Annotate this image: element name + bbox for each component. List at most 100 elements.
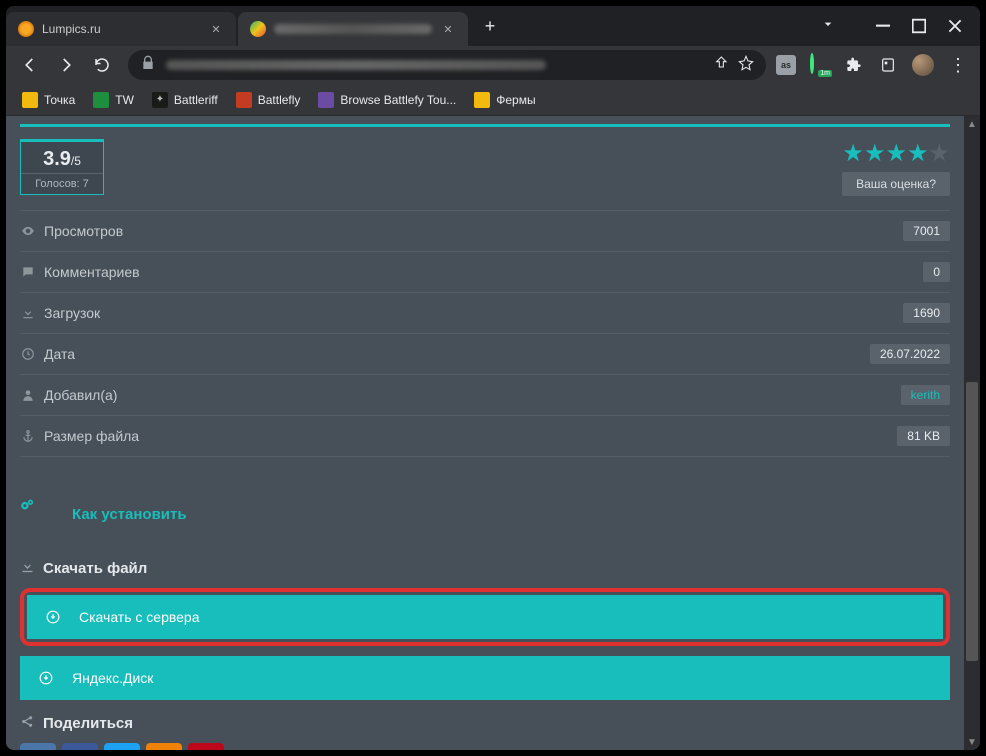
download-heading: Скачать файл (20, 559, 950, 578)
bookmark-label: Browse Battlefy Tou... (340, 93, 456, 107)
download-highlight: Скачать с сервера (20, 588, 950, 646)
share-icon (20, 714, 35, 733)
download-circle-icon (36, 668, 56, 688)
share-fb-button[interactable]: f (62, 743, 98, 750)
site-icon (236, 92, 252, 108)
rating-score: 3.9 (43, 148, 71, 170)
download-label: Яндекс.Диск (72, 670, 153, 686)
rating-score-box: 3.9/5 Голосов: 7 (20, 139, 104, 195)
author-link[interactable]: kerith (901, 385, 950, 405)
how-to-install-link[interactable]: Как установить (20, 497, 950, 531)
star-icon[interactable]: ★ (842, 139, 864, 168)
eye-icon (20, 223, 36, 239)
download-yandex-button[interactable]: Яндекс.Диск (20, 656, 950, 700)
bookmark-tw[interactable]: TW (85, 88, 142, 112)
scroll-down-icon[interactable]: ▼ (964, 734, 980, 750)
reload-button[interactable] (86, 49, 118, 81)
share-icon[interactable] (712, 55, 728, 76)
bookmark-label: TW (115, 93, 134, 107)
profile-avatar[interactable] (912, 54, 934, 76)
browser-titlebar: Lumpics.ru ✕ ✕ + (6, 6, 980, 46)
rating-max: /5 (71, 154, 81, 168)
star-icon[interactable]: ★ (864, 139, 886, 168)
star-icon[interactable] (738, 55, 754, 76)
window-maximize-button[interactable] (912, 19, 926, 33)
star-rating[interactable]: ★★★★★ (842, 139, 950, 168)
info-list: Просмотров 7001 Комментариев 0 Загрузок … (20, 210, 950, 457)
share-vk-button[interactable] (20, 743, 56, 750)
bookmark-label: Battlefly (258, 93, 301, 107)
info-row-comments: Комментариев 0 (20, 252, 950, 293)
tab-title-blurred (274, 24, 432, 34)
gears-icon (20, 497, 58, 531)
omnibox[interactable] (128, 50, 766, 80)
info-row-filesize: Размер файла 81 KB (20, 416, 950, 457)
info-value: 0 (923, 262, 950, 282)
back-button[interactable] (14, 49, 46, 81)
bookmarks-bar: Точка TW ✦ Battleriff Battlefly Browse B… (6, 84, 980, 116)
bookmark-tochka[interactable]: Точка (14, 88, 83, 112)
bookmark-battlefy[interactable]: Browse Battlefy Tou... (310, 88, 464, 112)
window-minimize-button[interactable] (876, 19, 890, 33)
tab-close-icon[interactable]: ✕ (208, 21, 224, 37)
bookmark-label: Точка (44, 93, 75, 107)
votes-count: Голосов: 7 (21, 173, 103, 194)
tab-strip: Lumpics.ru ✕ ✕ + (6, 6, 504, 46)
download-label: Скачать с сервера (79, 609, 200, 625)
share-tw-button[interactable] (104, 743, 140, 750)
tab-close-icon[interactable]: ✕ (440, 21, 456, 37)
star-icon[interactable]: ★ (928, 139, 950, 168)
bookmark-battleriff[interactable]: ✦ Battleriff (144, 88, 226, 112)
window-close-button[interactable] (948, 19, 962, 33)
comment-icon (20, 264, 36, 280)
star-icon[interactable]: ★ (907, 139, 929, 168)
social-buttons: f (20, 743, 950, 750)
info-row-downloads: Загрузок 1690 (20, 293, 950, 334)
vertical-scrollbar[interactable]: ▲ ▼ (964, 116, 980, 750)
download-icon (20, 305, 36, 321)
forward-button[interactable] (50, 49, 82, 81)
share-pin-button[interactable] (188, 743, 224, 750)
viewport: 3.9/5 Голосов: 7 ★★★★★ Ваша оценка? Прос… (6, 116, 980, 750)
share-heading: Поделиться (20, 714, 950, 733)
new-tab-button[interactable]: + (476, 12, 504, 40)
chevron-down-icon[interactable] (820, 16, 836, 37)
reader-icon[interactable] (878, 55, 898, 75)
info-value: 1690 (903, 303, 950, 323)
scroll-up-icon[interactable]: ▲ (964, 116, 980, 132)
toolbar-icons: as 1m ⋮ (776, 54, 972, 76)
info-value: 81 KB (897, 426, 950, 446)
url-blurred (166, 60, 546, 70)
favicon-icon (250, 21, 266, 37)
window-controls (802, 6, 980, 46)
info-row-date: Дата 26.07.2022 (20, 334, 950, 375)
lock-icon (140, 55, 156, 76)
accent-divider (20, 124, 950, 127)
extension-green[interactable]: 1m (810, 55, 830, 75)
info-value: 26.07.2022 (870, 344, 950, 364)
bookmark-fermy[interactable]: Фермы (466, 88, 543, 112)
bookmark-label: Battleriff (174, 93, 218, 107)
favicon-icon (18, 21, 34, 37)
extension-badge[interactable]: as (776, 55, 796, 75)
extensions-icon[interactable] (844, 55, 864, 75)
star-icon[interactable]: ★ (885, 139, 907, 168)
download-server-button[interactable]: Скачать с сервера (27, 595, 943, 639)
bookmark-battlefly[interactable]: Battlefly (228, 88, 309, 112)
user-icon (20, 387, 36, 403)
download-icon (20, 559, 35, 578)
download-circle-icon (43, 607, 63, 627)
folder-icon (474, 92, 490, 108)
scroll-thumb[interactable] (966, 382, 978, 661)
how-install-label: Как установить (72, 506, 187, 523)
your-rating-button[interactable]: Ваша оценка? (842, 172, 950, 196)
tab-title: Lumpics.ru (42, 22, 200, 36)
clock-icon (20, 346, 36, 362)
site-icon (318, 92, 334, 108)
site-icon: ✦ (152, 92, 168, 108)
tab-lumpics[interactable]: Lumpics.ru ✕ (6, 12, 236, 46)
folder-icon (22, 92, 38, 108)
share-ok-button[interactable] (146, 743, 182, 750)
menu-icon[interactable]: ⋮ (948, 55, 968, 76)
tab-active[interactable]: ✕ (238, 12, 468, 46)
